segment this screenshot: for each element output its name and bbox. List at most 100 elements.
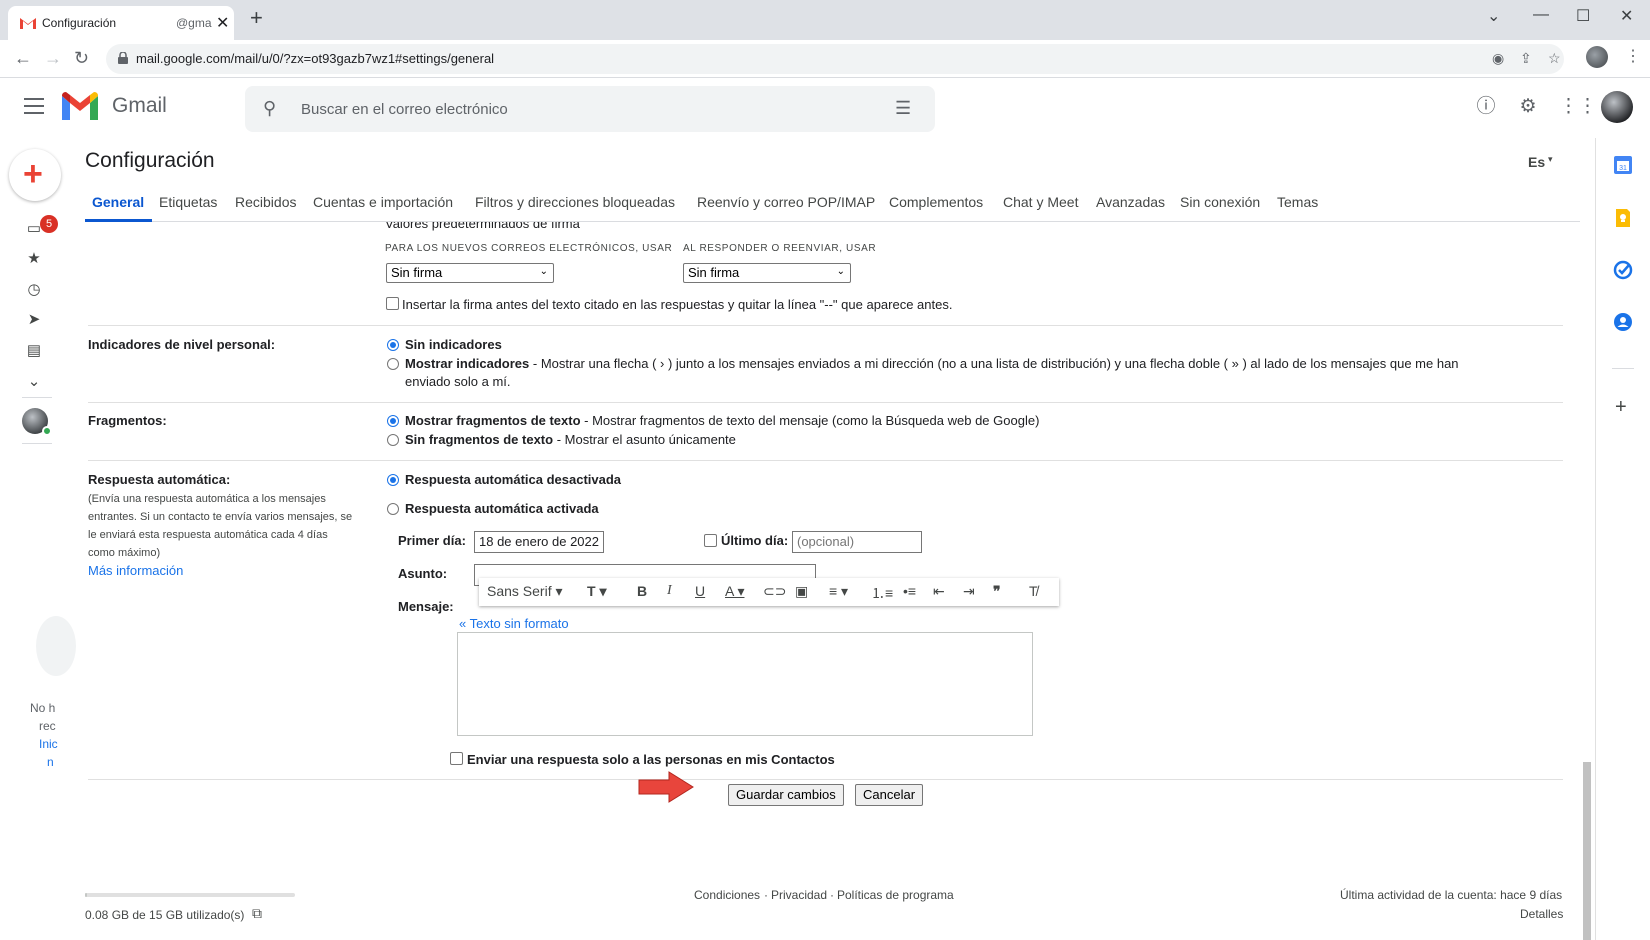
- plus-icon: +: [23, 155, 43, 193]
- bold-icon[interactable]: B: [637, 583, 647, 599]
- rail-promo-text: rec: [39, 719, 56, 733]
- main-menu-icon[interactable]: [24, 98, 44, 114]
- cancel-button[interactable]: Cancelar: [855, 784, 924, 806]
- tab-advanced[interactable]: Avanzadas: [1096, 194, 1165, 210]
- tab-forwarding[interactable]: Reenvío y correo POP/IMAP: [697, 194, 875, 210]
- autoreply-off-radio[interactable]: [387, 474, 399, 486]
- omnibox[interactable]: mail.google.com/mail/u/0/?zx=ot93gazb7wz…: [106, 44, 1564, 74]
- browser-profile-avatar[interactable]: [1586, 46, 1608, 68]
- more-chevron-icon[interactable]: ⌄: [24, 372, 44, 392]
- policies-link[interactable]: Políticas de programa: [837, 888, 954, 902]
- message-editor[interactable]: [457, 632, 1033, 736]
- plain-text-link[interactable]: « Texto sin formato: [459, 616, 569, 631]
- tab-general[interactable]: General: [92, 194, 144, 210]
- snoozed-clock-icon[interactable]: ◷: [24, 280, 44, 300]
- search-bar[interactable]: ⚲ Buscar en el correo electrónico ☰: [245, 86, 935, 132]
- inbox-unread-badge: 5: [40, 215, 58, 233]
- url-text: mail.google.com/mail/u/0/?zx=ot93gazb7wz…: [136, 51, 495, 66]
- more-info-link[interactable]: Más información: [88, 563, 183, 578]
- link-icon[interactable]: ⊂⊃: [763, 583, 786, 600]
- rail-promo-link[interactable]: n: [47, 755, 54, 769]
- tab-inbox[interactable]: Recibidos: [235, 194, 296, 210]
- quote-icon[interactable]: ❞: [993, 583, 1001, 600]
- sent-icon[interactable]: ➤: [24, 310, 44, 330]
- minimize-icon[interactable]: —: [1533, 6, 1549, 24]
- contacts-only-checkbox[interactable]: [450, 752, 463, 765]
- insert-signature-checkbox[interactable]: [386, 297, 399, 310]
- indent-more-icon[interactable]: ⇥: [963, 583, 975, 600]
- rail-promo-link[interactable]: Inic: [39, 737, 58, 751]
- reply-signature-select[interactable]: Sin firma ⌄: [683, 263, 851, 283]
- new-tab-icon[interactable]: +: [250, 7, 263, 29]
- account-avatar[interactable]: [1601, 91, 1633, 123]
- tasks-icon[interactable]: [1613, 260, 1633, 280]
- scrollbar-thumb[interactable]: [1583, 762, 1591, 940]
- search-icon[interactable]: ⚲: [263, 98, 276, 119]
- font-family-select[interactable]: Sans Serif ▾: [487, 583, 563, 600]
- last-day-checkbox[interactable]: [704, 534, 717, 547]
- no-snippets-option: Sin fragmentos de texto - Mostrar el asu…: [405, 432, 736, 447]
- underline-icon[interactable]: U: [695, 583, 705, 599]
- privacy-link[interactable]: Privacidad: [771, 888, 827, 902]
- gmail-logo-icon: [62, 92, 98, 120]
- tab-themes[interactable]: Temas: [1277, 194, 1318, 210]
- first-day-input[interactable]: 18 de enero de 2022: [474, 531, 604, 553]
- indicators-label: Indicadores de nivel personal:: [88, 337, 276, 352]
- apps-grid-icon[interactable]: ⋮⋮: [1559, 96, 1597, 118]
- dropdown-caret-icon[interactable]: ▾: [1548, 154, 1553, 165]
- tab-filters[interactable]: Filtros y direcciones bloqueadas: [475, 194, 675, 210]
- align-icon[interactable]: ≡ ▾: [829, 583, 848, 600]
- show-indicators-radio[interactable]: [387, 358, 399, 370]
- forward-icon[interactable]: →: [44, 48, 62, 69]
- save-changes-button[interactable]: Guardar cambios: [728, 784, 844, 806]
- italic-icon[interactable]: I: [667, 583, 672, 599]
- last-day-input[interactable]: (opcional): [792, 531, 922, 553]
- autoreply-on-radio[interactable]: [387, 503, 399, 515]
- snippets-label: Fragmentos:: [88, 413, 167, 428]
- back-icon[interactable]: ←: [14, 48, 32, 69]
- insert-image-icon[interactable]: ▣: [795, 583, 808, 600]
- calendar-icon[interactable]: 31: [1613, 155, 1633, 175]
- no-indicators-radio[interactable]: [387, 339, 399, 351]
- new-emails-signature-select[interactable]: Sin firma ⌄: [386, 263, 554, 283]
- tab-accounts[interactable]: Cuentas e importación: [313, 194, 453, 210]
- maximize-icon[interactable]: ☐: [1576, 6, 1590, 26]
- no-snippets-radio[interactable]: [387, 434, 399, 446]
- drafts-icon[interactable]: ▤: [24, 341, 44, 361]
- indent-less-icon[interactable]: ⇤: [933, 583, 945, 600]
- tab-labels[interactable]: Etiquetas: [159, 194, 217, 210]
- tab-search-chevron-icon[interactable]: ⌄: [1487, 6, 1500, 26]
- input-tools-language[interactable]: Es: [1528, 154, 1545, 170]
- tab-chat-meet[interactable]: Chat y Meet: [1003, 194, 1078, 210]
- tab-addons[interactable]: Complementos: [889, 194, 983, 210]
- browser-tab[interactable]: Configuración @gma ✕: [8, 6, 234, 40]
- browser-menu-icon[interactable]: ⋮: [1625, 46, 1641, 66]
- settings-gear-icon[interactable]: ⚙: [1517, 96, 1539, 118]
- new-emails-signature-label: PARA LOS NUEVOS CORREOS ELECTRÓNICOS, US…: [385, 243, 673, 254]
- numbered-list-icon[interactable]: ⒈≡: [871, 583, 893, 603]
- text-color-icon[interactable]: A ▾: [725, 583, 744, 600]
- details-link[interactable]: Detalles: [1520, 907, 1563, 921]
- font-size-icon[interactable]: T ▾: [587, 583, 606, 600]
- contacts-icon[interactable]: [1613, 312, 1633, 332]
- compose-button[interactable]: +: [9, 149, 61, 201]
- window-close-icon[interactable]: ✕: [1620, 6, 1633, 26]
- help-icon[interactable]: ⓘ: [1475, 96, 1497, 118]
- page-title: Configuración: [85, 149, 215, 172]
- terms-link[interactable]: Condiciones: [694, 888, 760, 902]
- search-options-icon[interactable]: ☰: [895, 98, 911, 119]
- remove-formatting-icon[interactable]: T̸: [1029, 583, 1038, 599]
- open-in-new-icon[interactable]: ⧉: [252, 905, 262, 922]
- bookmark-star-icon[interactable]: ☆: [1548, 50, 1561, 67]
- divider: [88, 325, 1563, 326]
- tab-offline[interactable]: Sin conexión: [1180, 194, 1260, 210]
- keep-icon[interactable]: [1613, 208, 1633, 228]
- get-addons-plus-icon[interactable]: +: [1615, 396, 1627, 419]
- reload-icon[interactable]: ↻: [74, 48, 89, 69]
- tab-close-icon[interactable]: ✕: [216, 13, 229, 33]
- starred-icon[interactable]: ★: [24, 249, 44, 269]
- eye-icon[interactable]: ◉: [1492, 50, 1504, 67]
- show-snippets-radio[interactable]: [387, 415, 399, 427]
- share-icon[interactable]: ⇪: [1520, 50, 1532, 67]
- bulleted-list-icon[interactable]: •≡: [903, 583, 916, 599]
